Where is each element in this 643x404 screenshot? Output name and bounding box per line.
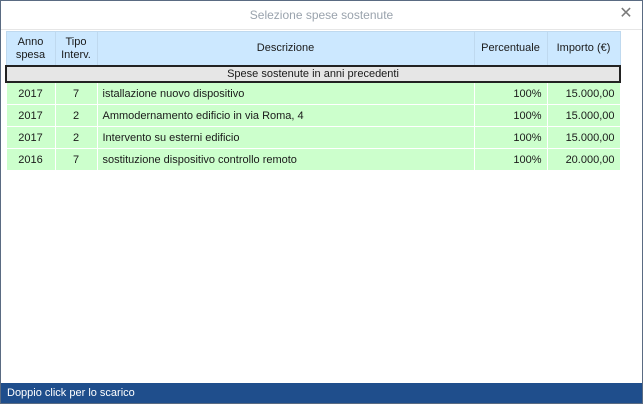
table-header-row: Anno spesa Tipo Interv. Descrizione Perc… <box>5 31 621 67</box>
header-anno-line1: Anno <box>17 35 44 48</box>
header-tipo-line2: Interv. <box>61 48 91 61</box>
cell-percentuale: 100% <box>473 104 548 127</box>
cell-importo: 20.000,00 <box>546 148 621 171</box>
cell-tipo: 2 <box>54 126 98 149</box>
group-label: Spese sostenute in anni precedenti <box>5 65 621 83</box>
dialog-window: Selezione spese sostenute ✕ Anno spesa T… <box>0 0 643 404</box>
cell-descrizione: Ammodernamento edificio in via Roma, 4 <box>96 104 475 127</box>
cell-tipo: 2 <box>54 104 98 127</box>
cell-importo: 15.000,00 <box>546 126 621 149</box>
status-bar: Doppio click per lo scarico <box>1 383 642 403</box>
close-icon[interactable]: ✕ <box>616 4 636 24</box>
cell-descrizione: sostituzione dispositivo controllo remot… <box>96 148 475 171</box>
cell-anno: 2016 <box>5 148 56 171</box>
cell-percentuale: 100% <box>473 126 548 149</box>
header-tipo-line1: Tipo <box>65 35 87 48</box>
column-header-descrizione[interactable]: Descrizione <box>96 31 475 67</box>
cell-importo: 15.000,00 <box>546 81 621 105</box>
window-title: Selezione spese sostenute <box>249 8 394 22</box>
column-header-importo[interactable]: Importo (€) <box>546 31 621 67</box>
cell-anno: 2017 <box>5 126 56 149</box>
column-header-anno[interactable]: Anno spesa <box>5 31 56 67</box>
cell-descrizione: istallazione nuovo dispositivo <box>96 81 475 105</box>
cell-tipo: 7 <box>54 148 98 171</box>
cell-anno: 2017 <box>5 81 56 105</box>
status-text: Doppio click per lo scarico <box>7 387 135 399</box>
cell-percentuale: 100% <box>473 81 548 105</box>
cell-percentuale: 100% <box>473 148 548 171</box>
table-row[interactable]: 2017 2 Ammodernamento edificio in via Ro… <box>5 104 621 127</box>
column-header-percentuale[interactable]: Percentuale <box>473 31 548 67</box>
cell-descrizione: Intervento su esterni edificio <box>96 126 475 149</box>
group-row[interactable]: Spese sostenute in anni precedenti <box>5 65 621 83</box>
column-header-tipo[interactable]: Tipo Interv. <box>54 31 98 67</box>
table-row[interactable]: 2017 7 istallazione nuovo dispositivo 10… <box>5 81 621 105</box>
expenses-table: Anno spesa Tipo Interv. Descrizione Perc… <box>5 31 621 171</box>
cell-tipo: 7 <box>54 81 98 105</box>
table-row[interactable]: 2017 2 Intervento su esterni edificio 10… <box>5 126 621 149</box>
header-anno-line2: spesa <box>15 48 46 61</box>
table-row[interactable]: 2016 7 sostituzione dispositivo controll… <box>5 148 621 171</box>
title-bar: Selezione spese sostenute ✕ <box>1 1 642 30</box>
cell-importo: 15.000,00 <box>546 104 621 127</box>
cell-anno: 2017 <box>5 104 56 127</box>
